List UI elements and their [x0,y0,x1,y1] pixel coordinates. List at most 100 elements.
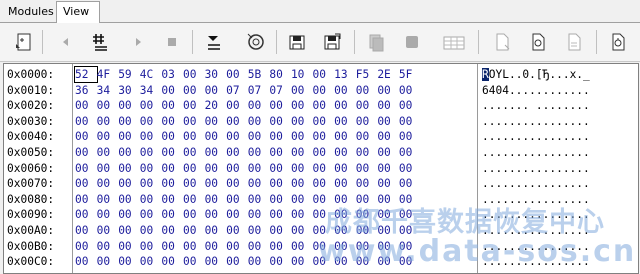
hex-byte[interactable]: 00 [399,161,421,176]
hex-byte[interactable]: 00 [269,129,291,144]
hex-byte[interactable]: 00 [161,239,183,254]
hex-byte[interactable]: 00 [226,223,248,238]
hex-byte[interactable]: 00 [377,161,399,176]
hex-byte[interactable]: 00 [75,176,97,191]
hex-byte[interactable]: 00 [248,223,270,238]
hex-byte[interactable]: 00 [377,176,399,191]
hex-byte[interactable]: 2E [377,67,399,82]
back-arrow-icon[interactable] [52,28,80,56]
hex-byte[interactable]: 00 [334,161,356,176]
hex-byte[interactable]: 20 [205,98,227,113]
hex-byte[interactable]: 00 [377,83,399,98]
hex-byte[interactable]: 00 [291,145,313,160]
hex-byte[interactable]: 00 [161,223,183,238]
hex-byte[interactable]: 00 [140,129,162,144]
hex-byte[interactable]: 5F [399,67,421,82]
hex-byte[interactable]: 00 [75,114,97,129]
hex-byte[interactable]: 00 [140,161,162,176]
hex-byte[interactable]: 00 [313,98,335,113]
hex-byte[interactable]: 00 [161,192,183,207]
hex-byte[interactable]: 00 [97,207,119,222]
hex-byte[interactable]: 00 [399,114,421,129]
hex-byte[interactable]: 00 [183,192,205,207]
row-ascii[interactable]: ................ [482,176,590,191]
save-as-icon[interactable] [318,28,346,56]
hex-byte[interactable]: 00 [75,129,97,144]
hex-byte[interactable]: 00 [205,145,227,160]
row-ascii[interactable]: 6404............ [482,83,590,98]
hex-byte[interactable]: 00 [118,176,140,191]
row-ascii[interactable]: ROYL..0.[Ђ...х._ [482,67,590,82]
row-bytes[interactable]: 00 00 00 00 00 00 00 00 00 00 00 00 00 00 00 00 [75,176,421,191]
row-ascii[interactable]: ................ [482,129,590,144]
hex-byte[interactable]: 52 [74,66,98,83]
hex-byte[interactable]: 00 [248,254,270,269]
hex-byte[interactable]: 00 [269,145,291,160]
hex-byte[interactable]: 00 [334,129,356,144]
hex-byte[interactable]: 00 [118,192,140,207]
hex-byte[interactable]: 00 [248,192,270,207]
hex-byte[interactable]: 00 [205,161,227,176]
hex-byte[interactable]: 00 [269,192,291,207]
hex-byte[interactable]: 00 [140,254,162,269]
hex-byte[interactable]: 07 [226,83,248,98]
hex-byte[interactable]: 00 [97,176,119,191]
row-bytes[interactable]: 36 34 30 34 00 00 00 07 07 07 00 00 00 00 00 00 [75,83,421,98]
hex-byte[interactable]: 00 [313,83,335,98]
hex-byte[interactable]: 00 [118,239,140,254]
hex-byte[interactable]: 00 [140,207,162,222]
hex-byte[interactable]: 00 [248,239,270,254]
hex-byte[interactable]: 00 [291,83,313,98]
hex-byte[interactable]: 00 [183,98,205,113]
hex-byte[interactable]: 00 [226,192,248,207]
hex-byte[interactable]: 00 [97,114,119,129]
hex-byte[interactable]: 00 [205,223,227,238]
hex-byte[interactable]: 00 [97,161,119,176]
hex-byte[interactable]: 34 [140,83,162,98]
hex-byte[interactable]: 00 [75,161,97,176]
hex-byte[interactable]: 00 [75,223,97,238]
hex-byte[interactable]: 00 [140,192,162,207]
hex-byte[interactable]: 00 [399,98,421,113]
hex-byte[interactable]: 00 [313,161,335,176]
tab-modules[interactable]: Modules [2,2,60,21]
hex-byte[interactable]: 00 [226,145,248,160]
hex-byte[interactable]: 00 [97,98,119,113]
hex-byte[interactable]: 00 [97,192,119,207]
hex-byte[interactable]: 00 [118,98,140,113]
hex-byte[interactable]: 30 [118,83,140,98]
hex-byte[interactable]: F5 [356,67,378,82]
hex-byte[interactable]: 00 [313,67,335,82]
hex-byte[interactable]: 00 [313,129,335,144]
hex-byte[interactable]: 00 [205,192,227,207]
hex-byte[interactable]: 00 [334,83,356,98]
hex-byte[interactable]: 00 [140,114,162,129]
hex-byte[interactable]: 00 [75,239,97,254]
forward-arrow-icon[interactable] [124,28,152,56]
hex-byte[interactable]: 00 [356,98,378,113]
hex-byte[interactable]: 00 [161,98,183,113]
hex-byte[interactable]: 00 [161,161,183,176]
hex-byte[interactable]: 00 [226,176,248,191]
row-ascii[interactable]: ................ [482,114,590,129]
document-zoom-icon[interactable] [560,28,588,56]
hex-byte[interactable]: 00 [356,176,378,191]
hex-byte[interactable]: 00 [118,161,140,176]
hex-byte[interactable]: 00 [269,98,291,113]
hex-byte[interactable]: 00 [291,239,313,254]
hex-byte[interactable]: 00 [226,129,248,144]
hex-byte[interactable]: 00 [291,161,313,176]
hex-byte[interactable]: 00 [313,145,335,160]
hex-byte[interactable]: 00 [118,207,140,222]
hex-byte[interactable]: 00 [269,161,291,176]
hex-byte[interactable]: 00 [226,98,248,113]
hex-byte[interactable]: 00 [377,145,399,160]
goto-offset-icon[interactable] [86,28,114,56]
goto-end-icon[interactable] [200,28,228,56]
hex-byte[interactable]: 00 [356,129,378,144]
hex-byte[interactable]: 00 [161,176,183,191]
hex-byte[interactable]: 00 [334,114,356,129]
hex-byte[interactable]: 00 [183,161,205,176]
row-bytes[interactable]: 00 00 00 00 00 00 00 00 00 00 00 00 00 00 00 00 [75,114,421,129]
hex-byte[interactable]: 00 [377,114,399,129]
